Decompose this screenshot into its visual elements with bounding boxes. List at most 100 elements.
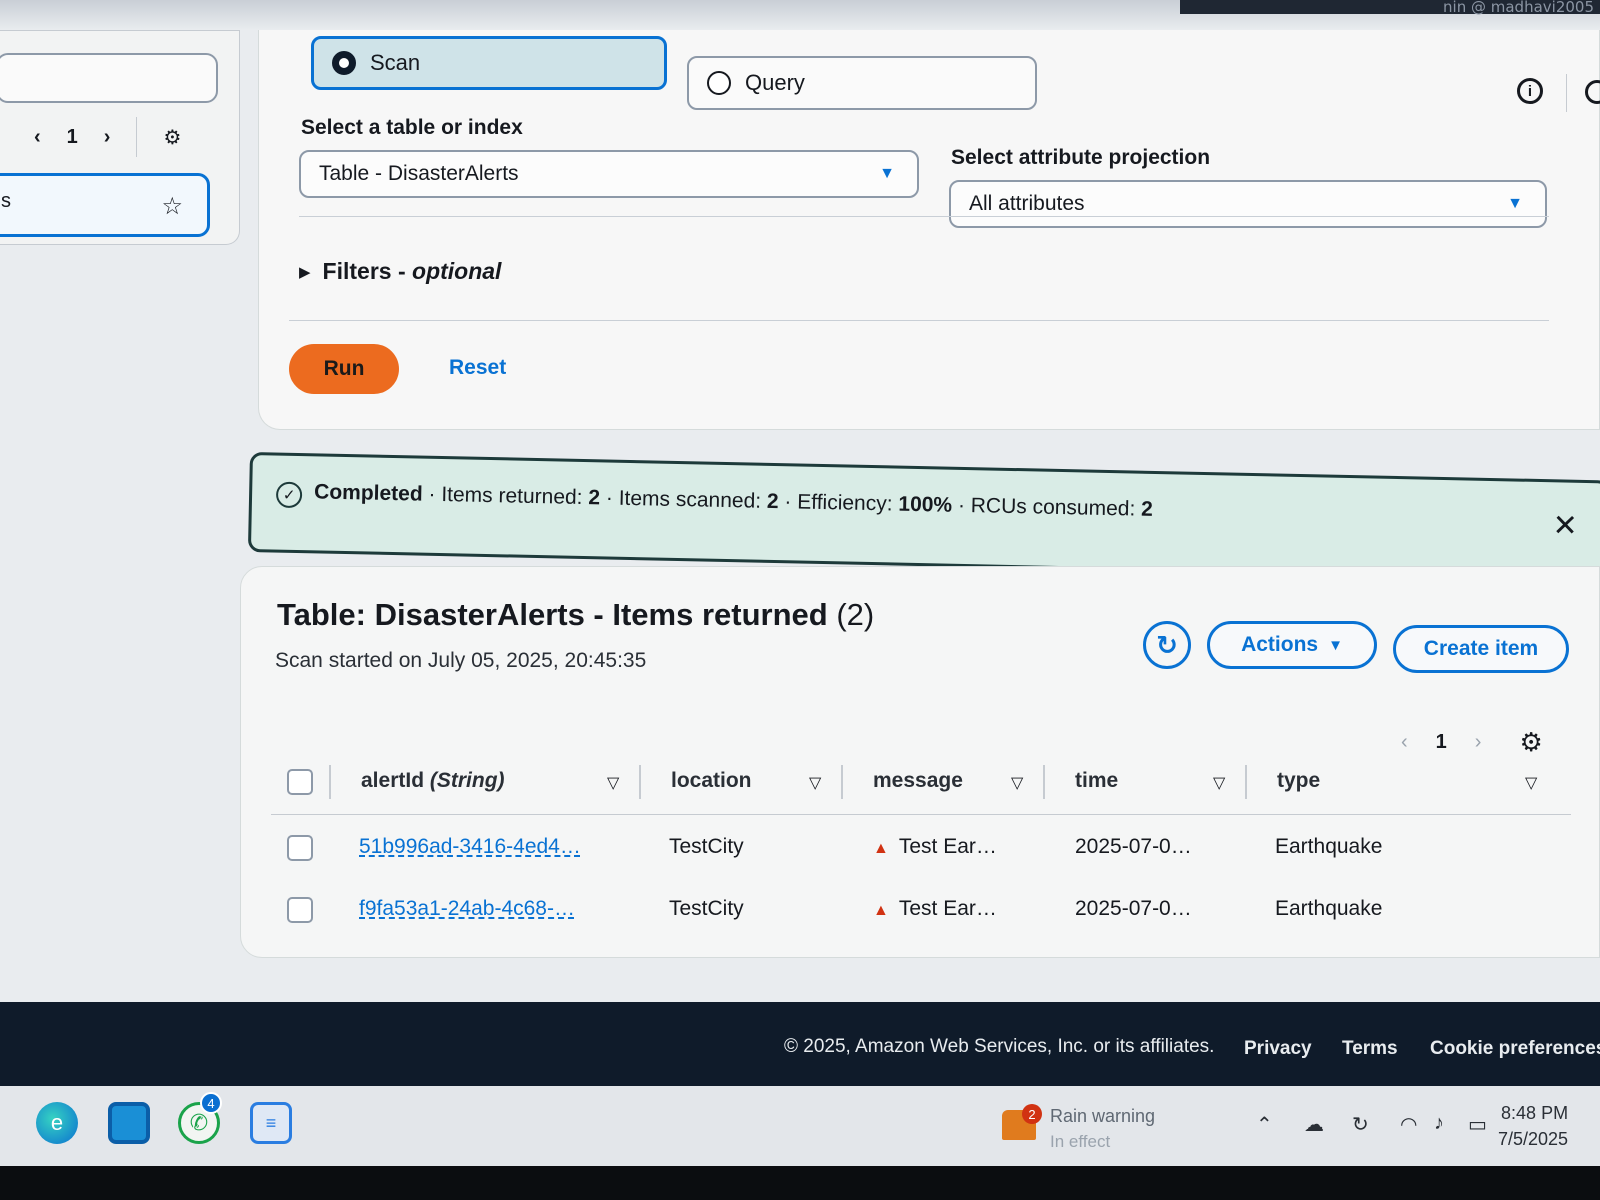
divider bbox=[299, 216, 1549, 217]
store-app-icon[interactable] bbox=[108, 1102, 150, 1144]
browser-top-strip: nin @ madhavi2005 bbox=[0, 0, 1600, 30]
next-page-icon[interactable]: › bbox=[1475, 731, 1482, 754]
projection-select-dropdown[interactable]: All attributes ▼ bbox=[949, 180, 1547, 228]
alertid-link[interactable]: 51b996ad-3416-4ed4… bbox=[359, 835, 581, 859]
table-settings-gear-icon[interactable]: ⚙ bbox=[1519, 727, 1542, 758]
type-cell: Earthquake bbox=[1275, 897, 1383, 920]
column-header-type[interactable]: type bbox=[1277, 769, 1320, 793]
weather-badge: 2 bbox=[1022, 1104, 1042, 1124]
settings-edge-icon[interactable] bbox=[1585, 80, 1600, 104]
system-clock[interactable]: 8:48 PM 7/5/2025 bbox=[1498, 1100, 1568, 1152]
sidebar: ‹ 1 › ⚙ s ☆ bbox=[0, 30, 240, 245]
column-divider[interactable] bbox=[1245, 765, 1247, 799]
select-all-checkbox[interactable] bbox=[287, 769, 313, 795]
scan-started-text: Scan started on July 05, 2025, 20:45:35 bbox=[275, 649, 647, 672]
sync-icon[interactable]: ↻ bbox=[1352, 1112, 1369, 1137]
sort-icon[interactable]: ▽ bbox=[809, 773, 821, 793]
sidebar-pager-divider bbox=[136, 117, 138, 157]
sort-icon[interactable]: ▽ bbox=[1525, 773, 1537, 793]
filters-label: Filters - optional bbox=[322, 258, 502, 284]
battery-icon[interactable]: ▭ bbox=[1468, 1112, 1487, 1137]
table-header: alertId (String) ▽ location ▽ message ▽ … bbox=[271, 757, 1571, 815]
column-header-alertid[interactable]: alertId (String) bbox=[361, 769, 505, 793]
column-header-location[interactable]: location bbox=[671, 769, 752, 793]
alert-icon: ▲ bbox=[873, 902, 889, 919]
sidebar-page-number[interactable]: 1 bbox=[67, 126, 78, 149]
footer-link-cookie-preferences[interactable]: Cookie preferences bbox=[1430, 1038, 1600, 1060]
caret-down-icon: ▼ bbox=[879, 165, 895, 182]
scan-mode-option[interactable]: Scan bbox=[311, 36, 667, 90]
divider bbox=[289, 320, 1549, 321]
column-header-message[interactable]: message bbox=[873, 769, 963, 793]
weather-subtitle: In effect bbox=[1050, 1132, 1111, 1151]
table-select-dropdown[interactable]: Table - DisasterAlerts ▼ bbox=[299, 150, 919, 198]
column-divider[interactable] bbox=[841, 765, 843, 799]
caret-right-icon: ▶ bbox=[299, 263, 311, 281]
wifi-icon[interactable]: ◠ bbox=[1400, 1112, 1417, 1137]
sidebar-next-page-icon[interactable]: › bbox=[104, 126, 111, 149]
run-button[interactable]: Run bbox=[289, 344, 399, 394]
message-cell: ▲ Test Ear… bbox=[873, 835, 997, 858]
page-footer: © 2025, Amazon Web Services, Inc. or its… bbox=[0, 1002, 1600, 1086]
prev-page-icon[interactable]: ‹ bbox=[1401, 731, 1408, 754]
copyright-text: © 2025, Amazon Web Services, Inc. or its… bbox=[784, 1036, 1215, 1057]
table-row: f9fa53a1-24ab-4c68-… TestCity ▲ Test Ear…… bbox=[271, 879, 1571, 941]
footer-link-terms[interactable]: Terms bbox=[1342, 1038, 1398, 1060]
notification-badge: 4 bbox=[200, 1092, 222, 1114]
projection-select-label: Select attribute projection bbox=[951, 146, 1211, 169]
location-cell: TestCity bbox=[669, 897, 744, 920]
footer-link-privacy[interactable]: Privacy bbox=[1244, 1038, 1312, 1060]
sidebar-search-input[interactable] bbox=[0, 53, 218, 103]
notepad-icon[interactable]: ≡ bbox=[250, 1102, 292, 1144]
close-icon[interactable]: ✕ bbox=[1552, 508, 1578, 544]
scan-completed-banner: ✓ Completed · Items returned: 2 · Items … bbox=[247, 452, 1600, 581]
cloud-icon[interactable]: ☁ bbox=[1304, 1112, 1324, 1137]
volume-icon[interactable]: ♪ bbox=[1434, 1112, 1444, 1135]
row-checkbox[interactable] bbox=[287, 835, 313, 861]
caret-down-icon: ▼ bbox=[1328, 636, 1343, 654]
clock-date: 7/5/2025 bbox=[1498, 1129, 1569, 1149]
sidebar-settings-gear-icon[interactable]: ⚙ bbox=[163, 125, 181, 150]
refresh-icon[interactable]: ↻ bbox=[1143, 621, 1191, 669]
column-divider[interactable] bbox=[1043, 765, 1045, 799]
column-divider bbox=[329, 765, 331, 799]
alertid-link[interactable]: f9fa53a1-24ab-4c68-… bbox=[359, 897, 575, 921]
create-item-button[interactable]: Create item bbox=[1393, 625, 1569, 673]
weather-title: Rain warning bbox=[1050, 1106, 1156, 1126]
actions-button[interactable]: Actions ▼ bbox=[1207, 621, 1377, 669]
sort-icon[interactable]: ▽ bbox=[1213, 773, 1225, 793]
sidebar-pager: ‹ 1 › ⚙ bbox=[34, 117, 181, 157]
page-number[interactable]: 1 bbox=[1436, 731, 1447, 754]
sidebar-item-selected[interactable]: s ☆ bbox=[0, 173, 210, 237]
favorite-star-icon[interactable]: ☆ bbox=[161, 192, 183, 221]
scan-query-panel: Scan Query i Select a table or index Tab… bbox=[258, 30, 1600, 430]
alert-icon: ▲ bbox=[873, 840, 889, 857]
query-radio-icon[interactable] bbox=[707, 71, 731, 95]
user-label: nin @ madhavi2005 bbox=[1443, 0, 1594, 16]
info-icon[interactable]: i bbox=[1517, 78, 1543, 104]
time-cell: 2025-07-0… bbox=[1075, 897, 1192, 920]
screen-bezel bbox=[0, 1166, 1600, 1200]
sidebar-prev-page-icon[interactable]: ‹ bbox=[34, 126, 41, 149]
results-pager: ‹ 1 › ⚙ bbox=[1401, 727, 1543, 758]
edge-browser-icon[interactable]: e bbox=[36, 1102, 78, 1144]
column-divider[interactable] bbox=[639, 765, 641, 799]
row-checkbox[interactable] bbox=[287, 897, 313, 923]
projection-select-value: All attributes bbox=[969, 192, 1085, 215]
reset-button[interactable]: Reset bbox=[449, 356, 506, 380]
scan-radio-icon[interactable] bbox=[332, 51, 356, 75]
column-header-time[interactable]: time bbox=[1075, 769, 1118, 793]
header-divider bbox=[1566, 74, 1567, 112]
os-taskbar: e ✆ 4 ≡ 2 Rain warning In effect ⌃ ☁ ↻ ◠… bbox=[0, 1086, 1600, 1166]
table-row: 51b996ad-3416-4ed4… TestCity ▲ Test Ear… … bbox=[271, 817, 1571, 879]
success-check-icon: ✓ bbox=[275, 481, 303, 509]
actions-label: Actions bbox=[1241, 633, 1319, 656]
filters-expander[interactable]: ▶ Filters - optional bbox=[299, 258, 501, 285]
table-select-label: Select a table or index bbox=[301, 116, 523, 139]
results-container: Table: DisasterAlerts - Items returned (… bbox=[240, 566, 1600, 958]
sort-icon[interactable]: ▽ bbox=[1011, 773, 1023, 793]
sort-icon[interactable]: ▽ bbox=[607, 773, 619, 793]
query-mode-option[interactable]: Query bbox=[687, 56, 1037, 110]
chevron-up-icon[interactable]: ⌃ bbox=[1256, 1112, 1273, 1137]
message-cell: ▲ Test Ear… bbox=[873, 897, 997, 920]
